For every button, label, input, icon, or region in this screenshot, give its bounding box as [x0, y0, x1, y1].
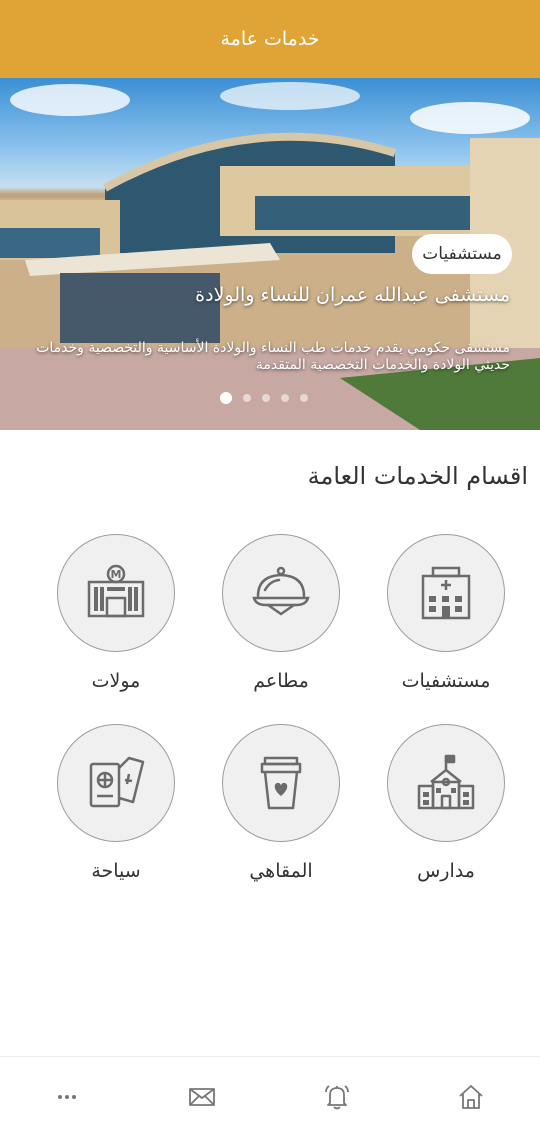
mail-icon	[189, 1088, 215, 1106]
school-icon	[417, 754, 475, 810]
category-cafes-circle[interactable]	[222, 724, 340, 842]
category-restaurants-circle[interactable]	[222, 534, 340, 652]
category-cafes[interactable]: المقاهي	[206, 724, 356, 882]
bottom-navigation	[0, 1056, 540, 1137]
carousel-dot[interactable]	[243, 394, 251, 402]
carousel-dot[interactable]	[262, 394, 270, 402]
carousel-indicators	[220, 392, 308, 404]
category-label: مطاعم	[253, 670, 309, 692]
category-restaurants[interactable]: مطاعم	[206, 534, 356, 692]
passport-icon	[89, 756, 145, 808]
home-icon	[459, 1085, 483, 1109]
category-label: مستشفيات	[401, 670, 491, 692]
mall-icon: M	[87, 564, 145, 618]
category-label: المقاهي	[249, 860, 313, 882]
category-tourism-circle[interactable]	[57, 724, 175, 842]
page-title: خدمات عامة	[220, 28, 320, 50]
section-title: اقسام الخدمات العامة	[307, 462, 528, 490]
nav-notifications[interactable]	[319, 1079, 355, 1115]
category-badge[interactable]: مستشفيات	[412, 234, 512, 274]
category-schools-circle[interactable]	[387, 724, 505, 842]
category-hospitals-circle[interactable]	[387, 534, 505, 652]
category-label: مولات	[91, 670, 141, 692]
nav-home[interactable]	[453, 1079, 489, 1115]
more-icon	[58, 1095, 76, 1099]
svg-text:M: M	[111, 568, 122, 581]
coffee-cup-icon	[260, 756, 302, 810]
category-tourism[interactable]: سياحة	[41, 724, 191, 882]
category-hospitals[interactable]: مستشفيات	[371, 534, 521, 692]
category-schools[interactable]: مدارس	[371, 724, 521, 882]
category-malls[interactable]: M مولات	[41, 534, 191, 692]
nav-messages[interactable]	[184, 1079, 220, 1115]
category-label: مدارس	[417, 860, 475, 882]
bell-icon	[325, 1085, 349, 1110]
hero-carousel[interactable]: مستشفيات مستشفى عبدالله عمران للنساء وال…	[0, 78, 540, 430]
app-bar: خدمات عامة	[0, 0, 540, 78]
category-malls-circle[interactable]: M	[57, 534, 175, 652]
hospital-icon	[421, 566, 471, 620]
nav-more[interactable]	[49, 1079, 85, 1115]
carousel-dot-active[interactable]	[220, 392, 232, 404]
category-label: سياحة	[91, 860, 141, 882]
category-badge-label: مستشفيات	[422, 244, 502, 264]
carousel-dot[interactable]	[281, 394, 289, 402]
food-cloche-icon	[252, 566, 310, 616]
hero-description: مستشفى حكومي يقدم خدمات طب النساء والولا…	[36, 340, 510, 373]
hero-title: مستشفى عبدالله عمران للنساء والولادة	[195, 284, 510, 306]
carousel-dot[interactable]	[300, 394, 308, 402]
